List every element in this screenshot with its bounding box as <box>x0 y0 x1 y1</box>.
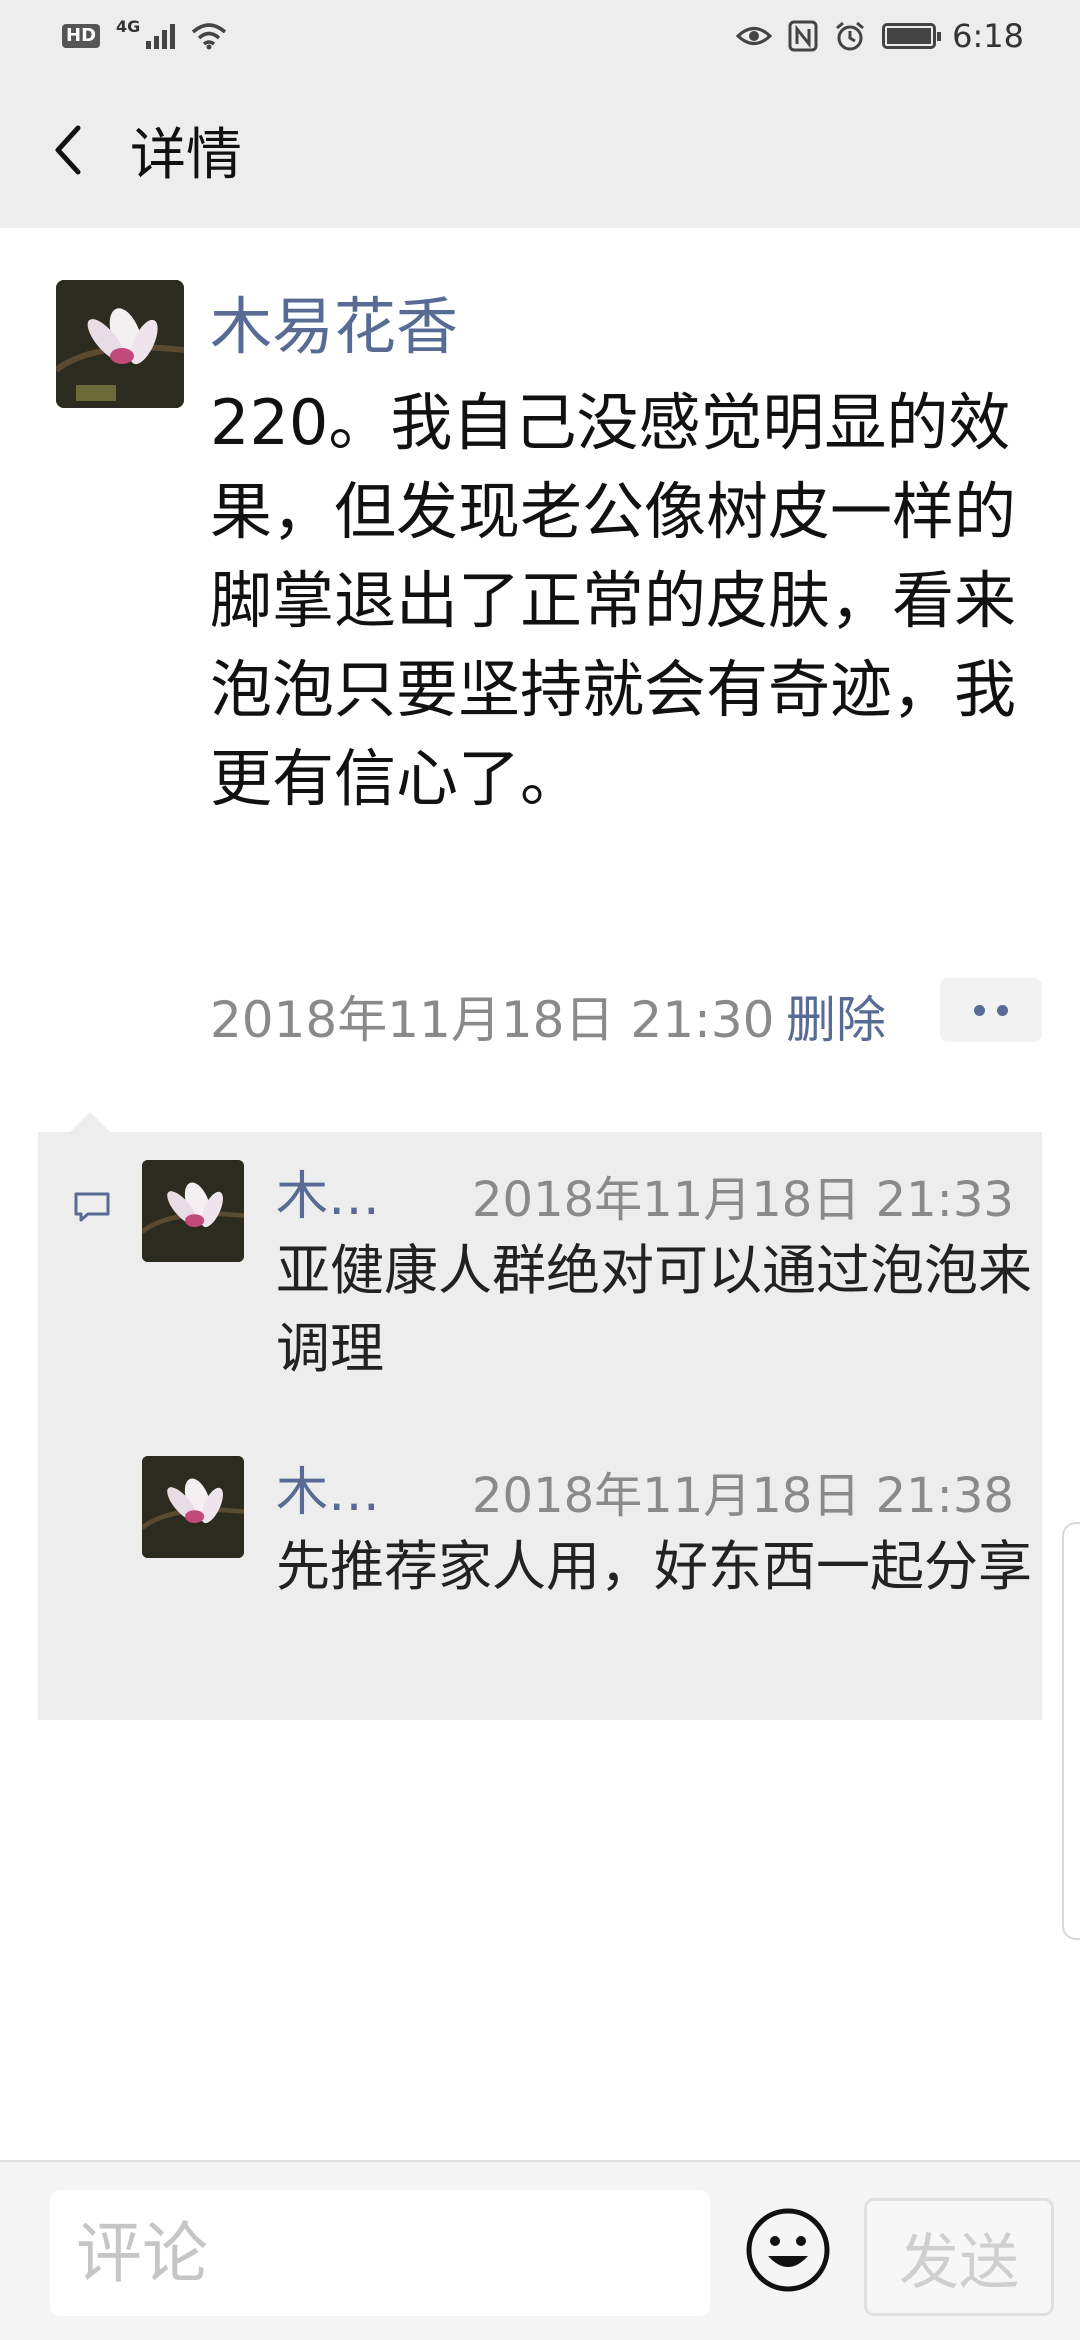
status-time: 6:18 <box>952 17 1024 55</box>
comment-input-bar: 发送 <box>0 2160 1080 2340</box>
more-dots-icon[interactable] <box>940 978 1042 1042</box>
send-button[interactable]: 发送 <box>864 2198 1054 2316</box>
comment-author-name[interactable]: 木… <box>276 1154 380 1229</box>
chevron-left-icon[interactable] <box>38 120 98 180</box>
comment-input[interactable] <box>50 2190 710 2316</box>
alarm-icon <box>836 21 865 51</box>
wifi-icon <box>192 23 227 50</box>
comments-section: 木… 2018年11月18日 21:33 亚健康人群绝对可以通过泡泡来调理 木…… <box>38 1112 1042 1720</box>
side-scroll-handle[interactable] <box>1062 1522 1080 1940</box>
comment-author-name[interactable]: 木… <box>276 1450 380 1525</box>
page-title: 详情 <box>130 122 242 188</box>
delete-button[interactable]: 删除 <box>786 980 886 1052</box>
avatar[interactable] <box>56 280 184 408</box>
eye-comfort-icon <box>736 27 773 45</box>
status-right: 6:18 <box>736 17 1024 55</box>
comment-timestamp: 2018年11月18日 21:38 <box>472 1468 1014 1524</box>
comment-timestamp: 2018年11月18日 21:33 <box>472 1172 1014 1228</box>
post-author-name[interactable]: 木易花香 <box>210 276 458 366</box>
status-bar: HD 4G 6:18 <box>0 0 1080 72</box>
header: 详情 <box>0 72 1080 228</box>
battery-icon <box>882 23 942 49</box>
comment-icon <box>74 1192 110 1222</box>
comment-text[interactable]: 先推荐家人用，好东西一起分享 <box>276 1528 1036 1606</box>
post-timestamp: 2018年11月18日 21:30 <box>210 991 775 1049</box>
post-text: 220。我自己没感觉明显的效果，但发现老公像树皮一样的脚掌退出了正常的皮肤，看来… <box>210 386 1017 815</box>
signal-icon <box>146 23 176 49</box>
hd-badge: HD <box>62 24 101 48</box>
status-left: HD 4G <box>62 17 227 50</box>
network-type-label: 4G <box>116 16 141 36</box>
avatar[interactable] <box>142 1160 244 1262</box>
nfc-icon <box>788 20 818 52</box>
emoji-icon[interactable] <box>744 2206 832 2294</box>
avatar[interactable] <box>142 1456 244 1558</box>
comment-text[interactable]: 亚健康人群绝对可以通过泡泡来调理 <box>276 1232 1036 1388</box>
